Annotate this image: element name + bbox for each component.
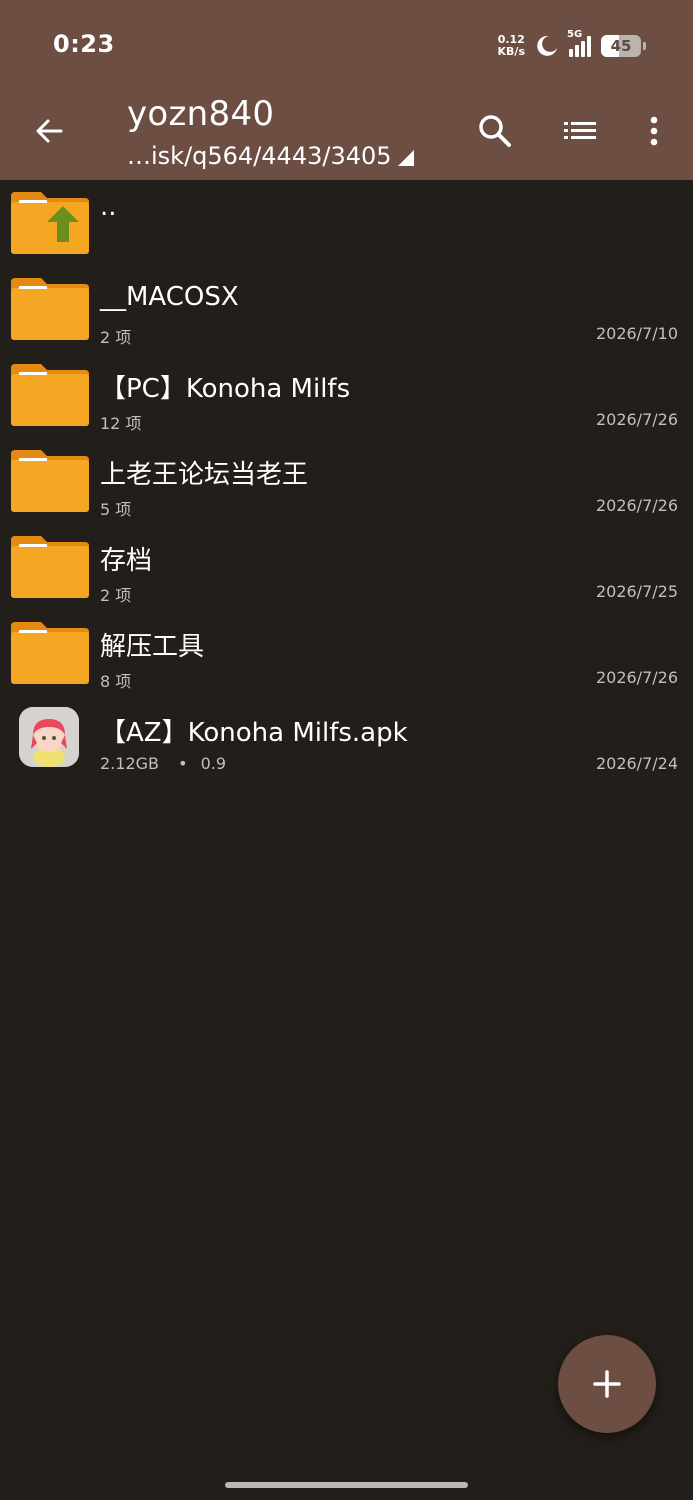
item-count: 5 项 bbox=[100, 500, 132, 519]
folder-icon bbox=[11, 536, 89, 598]
list-item-apk[interactable]: 【AZ】Konoha Milfs.apk 2.12GB • 0.9 2026/7… bbox=[0, 696, 693, 782]
network-speed: 0.12 KB/s bbox=[498, 34, 525, 58]
folder-icon bbox=[11, 364, 89, 426]
file-name: 【AZ】Konoha Milfs.apk bbox=[100, 718, 408, 748]
file-meta: 2.12GB • 0.9 bbox=[100, 754, 227, 773]
app-icon bbox=[19, 707, 79, 767]
list-item-parent-directory[interactable]: .. bbox=[0, 180, 693, 266]
item-count: 12 项 bbox=[100, 414, 142, 433]
list-view-icon bbox=[564, 122, 596, 139]
dropdown-triangle-icon bbox=[397, 150, 414, 166]
search-button[interactable] bbox=[472, 108, 518, 154]
more-vert-icon bbox=[650, 116, 658, 146]
item-count: 2 项 bbox=[100, 328, 132, 347]
app-bar: yozn840 …isk/q564/4443/3405 bbox=[0, 90, 693, 180]
file-name: .. bbox=[100, 192, 117, 222]
modified-date: 2026/7/24 bbox=[595, 754, 678, 773]
parent-folder-icon bbox=[11, 192, 89, 254]
list-view-button[interactable] bbox=[557, 108, 603, 154]
folder-icon bbox=[11, 278, 89, 340]
list-item[interactable]: 存档 2 项 2026/7/25 bbox=[0, 524, 693, 610]
status-icons: 0.12 KB/s 5G 45 bbox=[498, 29, 646, 62]
modified-date: 2026/7/26 bbox=[595, 410, 678, 429]
battery-icon: 45 bbox=[601, 35, 646, 57]
file-name: 【PC】Konoha Milfs bbox=[100, 374, 351, 404]
file-name: 存档 bbox=[100, 546, 153, 576]
modified-date: 2026/7/10 bbox=[595, 324, 678, 343]
list-item[interactable]: 解压工具 8 项 2026/7/26 bbox=[0, 610, 693, 696]
status-bar: 0:23 0.12 KB/s 5G 45 bbox=[0, 0, 693, 90]
folder-title: yozn840 bbox=[127, 94, 275, 134]
path-text: …isk/q564/4443/3405 bbox=[127, 142, 392, 170]
network-type: 5G bbox=[567, 29, 583, 40]
cellular-signal-icon: 5G bbox=[567, 29, 591, 57]
add-button[interactable] bbox=[558, 1335, 656, 1433]
status-time: 0:23 bbox=[53, 30, 115, 58]
network-speed-unit: KB/s bbox=[497, 45, 525, 58]
folder-icon bbox=[11, 622, 89, 684]
file-size: 2.12GB bbox=[100, 754, 159, 773]
home-indicator[interactable] bbox=[225, 1482, 468, 1488]
modified-date: 2026/7/26 bbox=[595, 668, 678, 687]
back-button[interactable] bbox=[26, 108, 72, 154]
back-arrow-icon bbox=[36, 119, 63, 143]
file-name: 上老王论坛当老王 bbox=[100, 460, 309, 490]
item-count: 2 项 bbox=[100, 586, 132, 605]
path-dropdown[interactable]: …isk/q564/4443/3405 bbox=[127, 142, 414, 170]
file-manager-screen: 0:23 0.12 KB/s 5G 45 yozn840 …isk/q564/4… bbox=[0, 0, 693, 1500]
modified-date: 2026/7/25 bbox=[595, 582, 678, 601]
search-icon bbox=[479, 115, 511, 147]
file-name: __MACOSX bbox=[100, 282, 239, 312]
plus-icon bbox=[593, 1370, 621, 1398]
modified-date: 2026/7/26 bbox=[595, 496, 678, 515]
file-name: 解压工具 bbox=[100, 632, 205, 662]
app-version: 0.9 bbox=[200, 754, 227, 773]
battery-level: 45 bbox=[610, 37, 632, 55]
more-options-button[interactable] bbox=[631, 108, 677, 154]
list-item[interactable]: __MACOSX 2 项 2026/7/10 bbox=[0, 266, 693, 352]
list-item[interactable]: 上老王论坛当老王 5 项 2026/7/26 bbox=[0, 438, 693, 524]
do-not-disturb-moon-icon bbox=[537, 35, 557, 56]
list-item[interactable]: 【PC】Konoha Milfs 12 项 2026/7/26 bbox=[0, 352, 693, 438]
file-list: .. __MACOSX 2 项 2026/7/10 【PC】Konoha Mil… bbox=[0, 180, 693, 782]
item-count: 8 项 bbox=[100, 672, 132, 691]
folder-icon bbox=[11, 450, 89, 512]
